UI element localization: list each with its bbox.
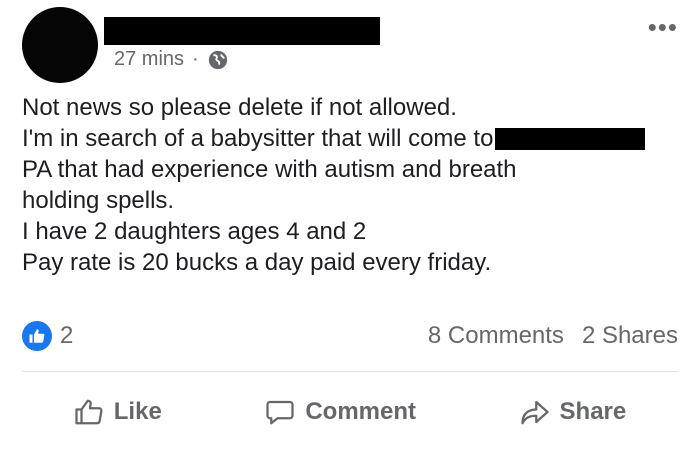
divider: [22, 371, 678, 372]
comments-count[interactable]: 8 Comments: [428, 322, 564, 350]
reaction-count[interactable]: 2: [60, 322, 73, 350]
like-label: Like: [113, 398, 162, 425]
engagement-counts: 8 Comments 2 Shares: [428, 322, 678, 350]
post-timestamp[interactable]: 27 mins: [114, 48, 184, 71]
share-arrow-icon: [520, 400, 549, 425]
post-stats: 2 8 Comments 2 Shares: [22, 320, 678, 352]
reactions[interactable]: 2: [22, 321, 73, 351]
post-meta: 27 mins ·: [114, 48, 229, 71]
post-line: Pay rate is 20 bucks a day paid every fr…: [22, 249, 492, 276]
comment-label: Comment: [305, 398, 416, 425]
post-body: Not news so please delete if not allowed…: [22, 92, 682, 278]
action-bar: Like Comment Share: [22, 390, 678, 434]
more-dots-icon[interactable]: •••: [648, 14, 678, 40]
post-line-with-redaction: I'm in search of a babysitter that will …: [22, 123, 682, 154]
avatar[interactable]: [22, 7, 98, 83]
author-name-redacted[interactable]: [104, 17, 380, 45]
post-line: I have 2 daughters ages 4 and 2: [22, 218, 367, 245]
post-line: PA that had experience with autism and b…: [22, 156, 517, 183]
shares-count[interactable]: 2 Shares: [582, 322, 678, 350]
post-line: I'm in search of a babysitter that will …: [22, 125, 494, 152]
meta-separator: ·: [192, 48, 199, 70]
comment-button[interactable]: Comment: [265, 397, 416, 427]
like-button[interactable]: Like: [74, 397, 162, 427]
location-redacted: [495, 127, 646, 150]
post-line: Not news so please delete if not allowed…: [22, 94, 457, 121]
comment-bubble-icon: [266, 400, 294, 425]
globe-icon: [208, 50, 227, 69]
like-reaction-icon: [22, 321, 52, 351]
share-label: Share: [559, 398, 627, 425]
share-button[interactable]: Share: [520, 397, 627, 427]
post-line: holding spells.: [22, 187, 175, 214]
thumbs-up-icon: [75, 399, 103, 425]
